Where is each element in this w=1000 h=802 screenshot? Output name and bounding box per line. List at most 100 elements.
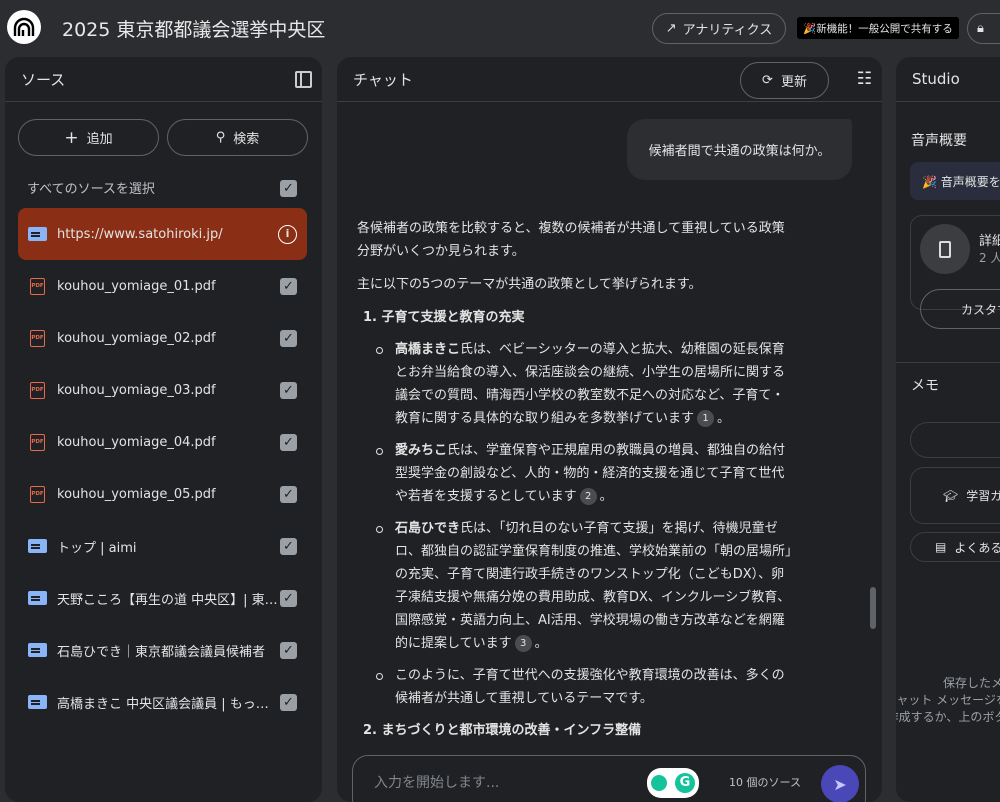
citation-chip[interactable]: 1 — [697, 410, 715, 427]
analytics-button[interactable]: ↗ アナリティクス — [652, 13, 786, 44]
chat-header: チャット ⟳ 更新 ☷ — [337, 57, 882, 102]
notebook-title[interactable]: 2025 東京都都議会選挙中央区 — [62, 15, 325, 42]
source-item[interactable]: PDF kouhou_yomiage_04.pdf ✓ — [18, 416, 307, 468]
memo-title: メモ — [911, 378, 939, 394]
refresh-icon: ⟳ — [762, 73, 773, 88]
customize-button[interactable]: カスタマイズ — [920, 289, 1000, 329]
info-icon[interactable]: i — [278, 224, 297, 244]
audio-overview-card: 詳細 2 人 カスタマイズ — [910, 215, 1000, 329]
source-item[interactable]: PDF kouhou_yomiage_02.pdf ✓ — [18, 312, 307, 364]
new-feature-badge[interactable]: 🎉新機能！一般公開で共有する — [797, 17, 959, 39]
response-bullet: このように、子育て世代への支援強化や教育環境の改善は、多くの候補者が共通して重視… — [373, 664, 797, 710]
study-guide-button[interactable]: 🎓︎学習ガイド — [910, 467, 1000, 524]
share-button[interactable]: 🔒︎ — [967, 13, 1000, 44]
source-checkbox[interactable]: ✓ — [280, 433, 297, 451]
studio-panel: Studio 音声概要 🎉 音声概要を... 詳細 2 人 カスタマイズ メモ … — [896, 57, 1000, 802]
source-label: 高橋まきこ 中央区議会議員 | もっと中央区 — [57, 696, 280, 712]
response-heading: 1. 子育て支援と教育の充実 — [363, 310, 525, 325]
source-item[interactable]: 高橋まきこ 中央区議会議員 | もっと中央区✓ — [18, 676, 307, 728]
add-source-button[interactable]: + 追加 — [18, 119, 159, 156]
discover-sources-button[interactable]: ⚲ 検索 — [167, 119, 308, 156]
empty-memo-text: 保存したメモがここに表示されますチャット メッセージを保存してメモを作成するか、… — [896, 676, 1000, 724]
studio-title: Studio — [912, 70, 960, 88]
source-label: 天野こころ【再生の道 中央区】| 東京都議会議員候補 — [57, 592, 280, 608]
plus-icon: + — [64, 127, 79, 148]
source-checkbox[interactable]: ✓ — [280, 329, 297, 347]
audio-overview-title: 音声概要 — [911, 133, 967, 149]
source-checkbox[interactable]: ✓ — [280, 641, 297, 659]
source-item[interactable]: トップ | aimi ✓ — [18, 520, 307, 572]
pdf-icon: PDF — [30, 277, 45, 295]
studio-header: Studio — [896, 57, 1000, 102]
send-button[interactable]: ➤ — [821, 765, 859, 802]
source-checkbox[interactable]: ✓ — [280, 589, 297, 607]
citation-chip[interactable]: 2 — [579, 488, 597, 505]
source-checkbox[interactable]: ✓ — [280, 485, 297, 503]
pdf-icon: PDF — [30, 381, 45, 399]
web-source-icon — [28, 539, 47, 553]
chat-input[interactable]: 入力を開始します... — [374, 772, 499, 792]
trending-up-icon: ↗ — [665, 21, 677, 36]
select-all-checkbox[interactable]: ✓ — [280, 180, 297, 197]
response-bullet: 石島ひでき氏は、「切れ目のない子育て支援」を掲げ、待機児童ゼロ、都独自の認証学童… — [373, 517, 797, 655]
source-item[interactable]: PDF kouhou_yomiage_01.pdf ✓ — [18, 260, 307, 312]
response-bullet: 愛みちこ氏は、学童保育や正規雇用の教職員の増員、都独自の給付型奨学金の創設など、… — [373, 439, 797, 508]
web-source-icon — [28, 643, 47, 657]
audio-detail-sub: 2 人 — [979, 251, 1000, 265]
collapse-panel-icon[interactable] — [295, 71, 312, 88]
source-checkbox[interactable]: ✓ — [280, 693, 297, 711]
source-label: トップ | aimi — [57, 540, 137, 556]
sources-header: ソース — [5, 57, 322, 102]
bullet-text: このように、子育て世代への支援強化や教育環境の改善は、多くの候補者が共通して重視… — [395, 668, 785, 706]
send-icon: ➤ — [833, 774, 847, 794]
add-memo-button[interactable] — [910, 422, 1000, 458]
speaker-icon — [920, 224, 970, 274]
chat-panel: チャット ⟳ 更新 ☷ 候補者間で共通の政策は何か。 各候補者の政策を比較すると、… — [337, 57, 882, 802]
notebooklm-logo-icon[interactable] — [7, 10, 41, 44]
faq-button[interactable]: ▤よくある質問 — [910, 532, 1000, 562]
source-item[interactable]: PDF kouhou_yomiage_03.pdf ✓ — [18, 364, 307, 416]
source-label: kouhou_yomiage_04.pdf — [57, 434, 216, 450]
audio-overview-banner[interactable]: 🎉 音声概要を... — [910, 162, 1000, 200]
lock-icon: 🔒︎ — [977, 21, 984, 36]
grammarly-widget[interactable]: G — [647, 768, 699, 798]
source-label: kouhou_yomiage_03.pdf — [57, 382, 216, 398]
candidate-name: 石島ひでき — [395, 521, 461, 536]
bullet-text: 氏は、「切れ目のない子育て支援」を掲げ、待機児童ゼロ、都独自の認証学童保育制度の… — [395, 521, 792, 651]
source-checkbox[interactable]: ✓ — [280, 277, 297, 295]
pdf-icon: PDF — [30, 329, 45, 347]
candidate-name: 高橋まきこ — [395, 342, 461, 357]
grammarly-icon: G — [675, 773, 695, 793]
pdf-icon: PDF — [30, 485, 45, 503]
source-label: kouhou_yomiage_02.pdf — [57, 330, 216, 346]
user-message: 候補者間で共通の政策は何か。 — [627, 119, 852, 180]
source-label: kouhou_yomiage_01.pdf — [57, 278, 216, 294]
source-label: 石島ひでき｜東京都議会議員候補者 — [57, 644, 266, 660]
response-paragraph: 各候補者の政策を比較すると、複数の候補者が共通して重視している政策分野がいくつか… — [357, 221, 785, 259]
response-paragraph: 主に以下の5つのテーマが共通の政策として挙げられます。 — [357, 277, 702, 292]
search-spark-icon: ⚲ — [215, 130, 226, 145]
citation-chip[interactable]: 3 — [514, 635, 532, 652]
sources-panel: ソース + 追加 ⚲ 検索 すべてのソースを選択 ✓ https://www.sat… — [5, 57, 322, 802]
source-label: kouhou_yomiage_05.pdf — [57, 486, 216, 502]
tune-settings-icon[interactable]: ☷ — [857, 69, 872, 89]
audio-detail-title: 詳細 — [979, 234, 1000, 249]
web-source-icon — [28, 591, 47, 605]
source-item[interactable]: 石島ひでき｜東京都議会議員候補者 ✓ — [18, 624, 307, 676]
source-checkbox[interactable]: ✓ — [280, 537, 297, 555]
refresh-button[interactable]: ⟳ 更新 — [740, 62, 829, 99]
assistant-response: 各候補者の政策を比較すると、複数の候補者が共通して重視している政策分野がいくつか… — [357, 217, 797, 742]
source-label: https://www.satohiroki.jp/ — [57, 226, 223, 242]
source-checkbox[interactable]: ✓ — [280, 381, 297, 399]
chat-scrollbar[interactable] — [870, 587, 876, 629]
source-count: 10 個のソース — [729, 776, 801, 789]
web-source-icon — [28, 227, 47, 241]
select-all-label: すべてのソースを選択 — [27, 182, 155, 197]
source-item[interactable]: https://www.satohiroki.jp/i — [18, 208, 307, 260]
chat-input-box[interactable]: 入力を開始します... G 10 個のソース ➤ — [352, 755, 866, 802]
response-bullet: 高橋まきこ氏は、ベビーシッターの導入と拡大、幼稚園の延長保育とお弁当給食の導入、… — [373, 338, 797, 430]
sources-title: ソース — [21, 70, 66, 89]
top-bar: 2025 東京都都議会選挙中央区 ↗ アナリティクス 🎉新機能！一般公開で共有する… — [0, 0, 1000, 57]
source-item[interactable]: 天野こころ【再生の道 中央区】| 東京都議会議員候補✓ — [18, 572, 307, 624]
source-item[interactable]: PDF kouhou_yomiage_05.pdf ✓ — [18, 468, 307, 520]
